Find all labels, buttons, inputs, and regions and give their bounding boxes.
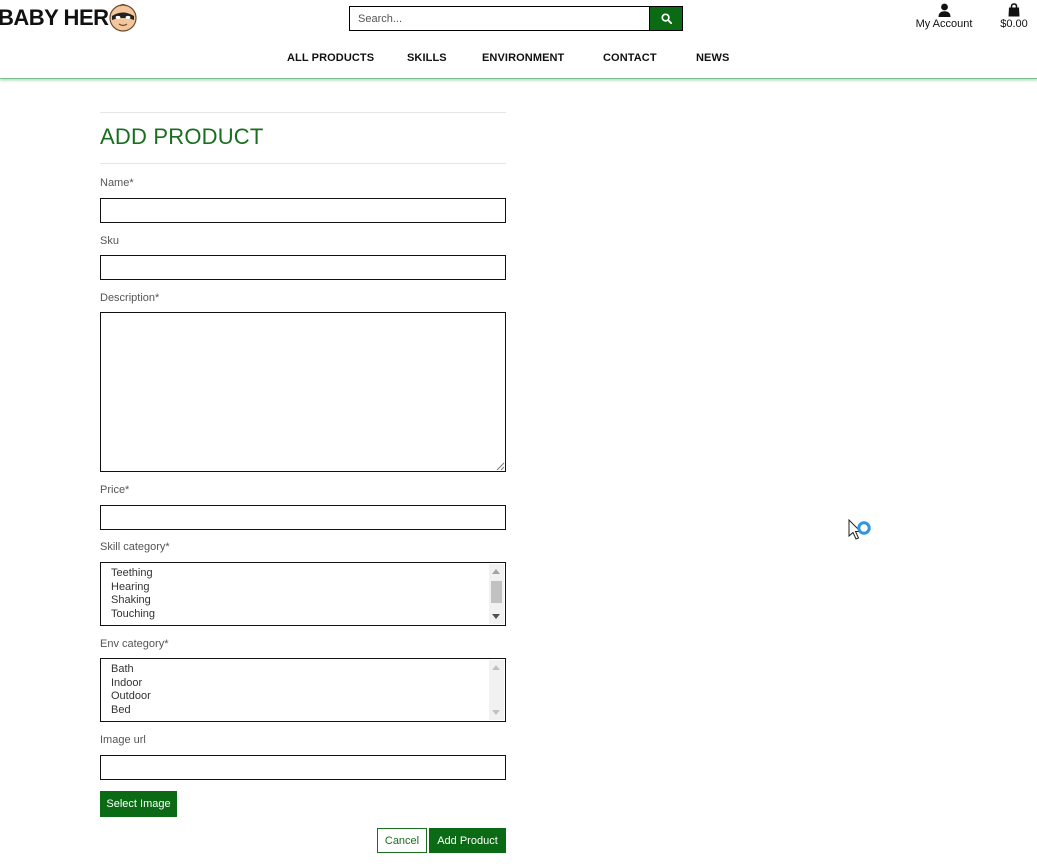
cancel-button[interactable]: Cancel (377, 828, 427, 853)
env-option-bed[interactable]: Bed (111, 704, 151, 718)
image-url-input[interactable] (100, 755, 506, 780)
magnifier-icon (660, 13, 672, 24)
user-icon (938, 3, 950, 17)
price-label: Price* (100, 484, 130, 496)
scroll-up-arrow-icon[interactable] (492, 665, 500, 670)
skill-option-hearing[interactable]: Hearing (111, 581, 155, 595)
name-input[interactable] (100, 198, 506, 223)
env-scrollbar[interactable] (489, 660, 504, 720)
divider-bottom (100, 163, 506, 164)
shopping-bag-link[interactable]: $0.00 (994, 3, 1034, 30)
bag-total: $0.00 (1000, 18, 1028, 30)
env-option-bath[interactable]: Bath (111, 663, 151, 677)
scroll-down-arrow-icon[interactable] (492, 614, 500, 619)
baby-hero-mask-icon (108, 3, 137, 32)
brand-logo[interactable]: BABY HER (0, 3, 139, 33)
skill-scrollbar[interactable] (489, 564, 504, 624)
env-option-indoor[interactable]: Indoor (111, 677, 151, 691)
description-field (100, 312, 506, 472)
sku-label: Sku (100, 235, 119, 247)
env-options: Bath Indoor Outdoor Bed (111, 663, 151, 718)
env-category-label: Env category* (100, 638, 169, 650)
skill-option-teething[interactable]: Teething (111, 567, 155, 581)
image-url-label: Image url (100, 734, 146, 746)
my-account-label: My Account (915, 18, 973, 30)
shopping-bag-icon (1008, 3, 1020, 17)
nav-all-products[interactable]: ALL PRODUCTS (287, 52, 374, 64)
nav-contact[interactable]: CONTACT (603, 52, 657, 64)
page-title: ADD PRODUCT (100, 124, 264, 149)
divider-top (100, 112, 506, 113)
main-nav: ALL PRODUCTS SKILLS ENVIRONMENT CONTACT … (0, 52, 1037, 68)
brand-name: BABY HER (0, 5, 109, 30)
search-form (349, 6, 683, 31)
skill-category-select[interactable]: Teething Hearing Shaking Touching (100, 562, 506, 626)
skill-option-touching[interactable]: Touching (111, 608, 155, 622)
skill-options: Teething Hearing Shaking Touching (111, 567, 155, 622)
select-image-button[interactable]: Select Image (100, 791, 177, 817)
search-input[interactable] (349, 6, 650, 31)
nav-news[interactable]: NEWS (696, 52, 729, 64)
description-label: Description* (100, 292, 160, 304)
env-category-select[interactable]: Bath Indoor Outdoor Bed (100, 658, 506, 722)
scroll-down-arrow-icon[interactable] (492, 710, 500, 715)
nav-skills[interactable]: SKILLS (407, 52, 447, 64)
nav-environment[interactable]: ENVIRONMENT (482, 52, 564, 64)
skill-option-shaking[interactable]: Shaking (111, 594, 155, 608)
price-input[interactable] (100, 505, 506, 530)
busy-cursor-icon (848, 519, 871, 540)
site-header: BABY HER My Account $0.0 (0, 0, 1037, 79)
description-textarea[interactable] (100, 312, 506, 472)
skill-category-label: Skill category* (100, 541, 170, 553)
scroll-up-arrow-icon[interactable] (492, 569, 500, 574)
add-product-heading: ADD PRODUCT (100, 112, 506, 164)
env-option-outdoor[interactable]: Outdoor (111, 690, 151, 704)
my-account-link[interactable]: My Account (908, 3, 980, 30)
sku-input[interactable] (100, 255, 506, 280)
resize-grip-icon[interactable] (496, 462, 505, 471)
add-product-button[interactable]: Add Product (429, 828, 506, 853)
search-button[interactable] (650, 6, 683, 31)
name-label: Name* (100, 177, 134, 189)
scrollbar-thumb[interactable] (491, 581, 502, 603)
